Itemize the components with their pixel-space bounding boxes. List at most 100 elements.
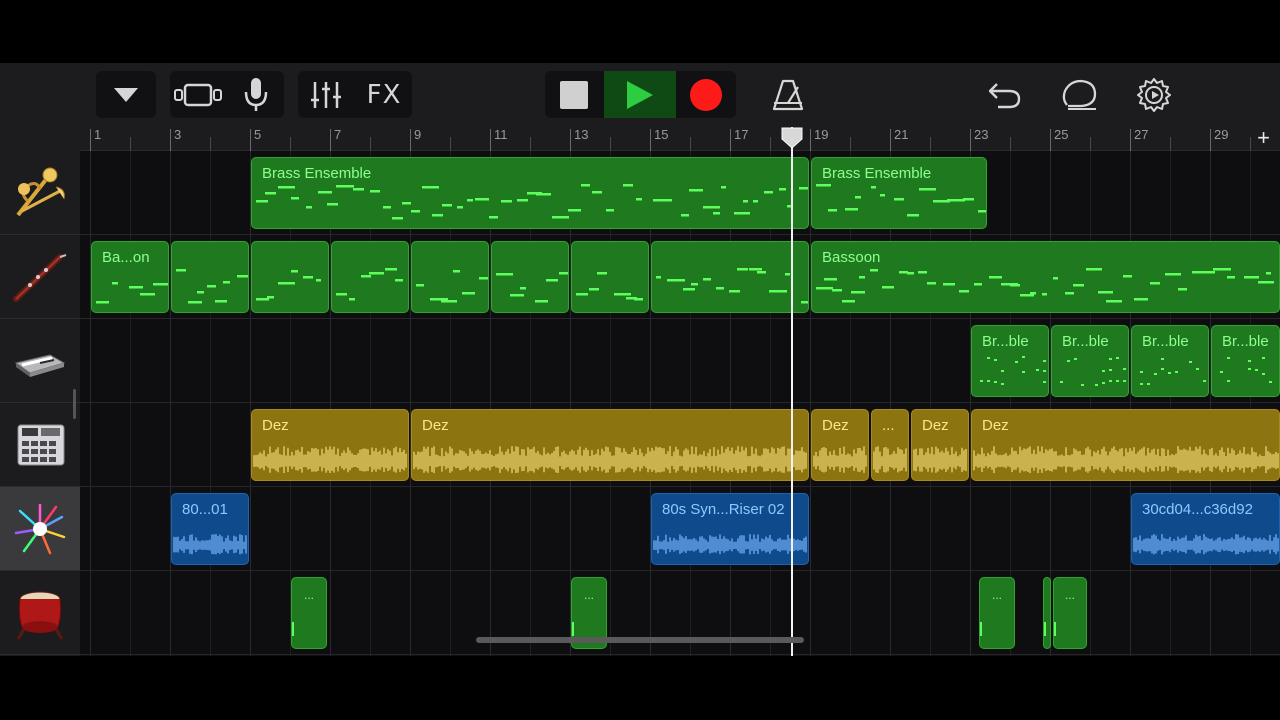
sampler-burst-icon xyxy=(14,503,66,554)
ruler-tick xyxy=(90,129,91,151)
metronome-icon xyxy=(772,79,804,110)
record-button[interactable] xyxy=(677,71,735,118)
stop-button[interactable] xyxy=(545,71,603,118)
midi-region[interactable] xyxy=(1043,577,1051,649)
ruler-tick xyxy=(1090,137,1091,151)
midi-region[interactable] xyxy=(651,241,809,313)
midi-region[interactable]: Ba...on xyxy=(91,241,169,313)
track-header-beat-sequencer[interactable] xyxy=(0,403,80,487)
ruler-bar-number: 9 xyxy=(414,127,422,142)
transport-group xyxy=(545,71,736,118)
track-header-taiko[interactable] xyxy=(0,571,80,655)
midi-region[interactable] xyxy=(411,241,489,313)
midi-notes xyxy=(416,270,488,303)
region-label: Dez xyxy=(922,417,949,434)
ruler-tick xyxy=(890,129,891,151)
midi-region[interactable]: Br...ble xyxy=(971,325,1049,397)
microphone-button[interactable] xyxy=(228,71,284,118)
audio-region[interactable]: ... xyxy=(871,409,909,481)
region-label: ... xyxy=(882,417,895,434)
midi-region[interactable]: Brass Ensemble xyxy=(811,157,987,229)
region-label: Dez xyxy=(982,417,1009,434)
midi-notes xyxy=(176,269,248,304)
track-lane[interactable]: Brass Ensemble Brass Ensemble xyxy=(80,151,1280,235)
record-icon xyxy=(690,78,722,111)
timeline-ruler[interactable]: 1 3 5 7 9 11 13 15 17 19 21 23 25 27 29 + xyxy=(80,125,1280,151)
track-lane[interactable]: 80...01 80s Syn...Riser 02 30cd04...c36d92 xyxy=(80,487,1280,571)
track-lane[interactable]: Dez Dez Dez... Dez Dez xyxy=(80,403,1280,487)
audio-region[interactable]: Dez xyxy=(971,409,1280,481)
ruler-bar-number: 11 xyxy=(494,127,508,142)
loop-icon xyxy=(1062,79,1097,110)
ruler-tick xyxy=(370,137,371,151)
ruler-bar-number: 27 xyxy=(1134,127,1149,142)
bassoon-icon xyxy=(13,253,67,302)
midi-region[interactable]: Brass Ensemble xyxy=(251,157,809,229)
settings-button[interactable] xyxy=(1128,71,1180,118)
beat-sequencer-icon xyxy=(17,424,65,465)
midi-region[interactable]: Br...ble xyxy=(1051,325,1129,397)
midi-region[interactable]: Bassoon xyxy=(811,241,1280,313)
ruler-tick xyxy=(850,137,851,151)
ruler-tick xyxy=(930,137,931,151)
midi-region[interactable]: Br...ble xyxy=(1211,325,1280,397)
track-header-brass[interactable] xyxy=(0,151,80,235)
midi-region[interactable] xyxy=(491,241,569,313)
track-controls-button[interactable] xyxy=(298,71,354,118)
ruler-tick xyxy=(1130,129,1131,151)
audio-region[interactable]: Dez xyxy=(411,409,809,481)
undo-button[interactable] xyxy=(980,71,1030,118)
ruler-tick xyxy=(410,129,411,151)
add-section-button[interactable]: + xyxy=(1257,125,1270,151)
track-header-sampler[interactable] xyxy=(0,487,80,571)
stop-icon xyxy=(560,80,588,109)
audio-region[interactable]: Dez xyxy=(251,409,409,481)
midi-region[interactable]: ... xyxy=(291,577,327,649)
taiko-drum-icon xyxy=(16,591,64,640)
midi-region[interactable]: Br...ble xyxy=(1131,325,1209,397)
ruler-bar-number: 1 xyxy=(94,127,102,142)
midi-region[interactable]: ... xyxy=(1053,577,1087,649)
audio-region[interactable]: Dez xyxy=(911,409,969,481)
ruler-tick xyxy=(330,129,331,151)
horizontal-scrollbar[interactable] xyxy=(476,637,804,643)
my-songs-group xyxy=(96,71,156,118)
audio-region[interactable]: Dez xyxy=(811,409,869,481)
gear-icon xyxy=(1137,77,1171,112)
playhead-handle[interactable] xyxy=(781,127,803,149)
fx-button[interactable]: FX xyxy=(356,71,412,118)
tracks-view-button[interactable] xyxy=(170,71,226,118)
ruler-tick xyxy=(490,129,491,151)
midi-region[interactable] xyxy=(331,241,409,313)
track-headers xyxy=(0,151,80,656)
region-label: ... xyxy=(583,588,595,602)
ruler-tick xyxy=(810,129,811,151)
ruler-bar-number: 15 xyxy=(654,127,669,142)
track-lane[interactable]: Ba...on Bassoon xyxy=(80,235,1280,319)
playhead-line xyxy=(791,127,793,656)
audio-region[interactable]: 80...01 xyxy=(171,493,249,565)
region-label: Ba...on xyxy=(102,249,150,266)
loop-browser-button[interactable] xyxy=(1055,71,1105,118)
fx-label: FX xyxy=(366,79,402,110)
tracks-area[interactable]: Brass Ensemble Brass Ensemble Ba...on Basso… xyxy=(80,151,1280,656)
keyboard-icon xyxy=(14,353,66,377)
track-lane[interactable]: Br...ble Br...ble Br...ble Br...ble xyxy=(80,319,1280,403)
midi-region[interactable] xyxy=(171,241,249,313)
my-songs-dropdown-button[interactable] xyxy=(96,71,156,118)
midi-region[interactable] xyxy=(251,241,329,313)
track-header-bassoon[interactable] xyxy=(0,235,80,319)
metronome-button[interactable] xyxy=(762,71,814,118)
audio-region[interactable]: 30cd04...c36d92 xyxy=(1131,493,1280,565)
play-button[interactable] xyxy=(604,71,676,118)
ruler-tick xyxy=(730,129,731,151)
audio-region[interactable]: 80s Syn...Riser 02 xyxy=(651,493,809,565)
midi-region[interactable]: ... xyxy=(979,577,1015,649)
region-label: Brass Ensemble xyxy=(822,165,932,182)
track-header-keyboard[interactable] xyxy=(0,319,80,403)
midi-notes xyxy=(256,270,321,301)
midi-region[interactable] xyxy=(571,241,649,313)
region-label: ... xyxy=(1064,588,1076,602)
region-label: Dez xyxy=(262,417,289,434)
headers-scroll-indicator xyxy=(73,389,76,419)
